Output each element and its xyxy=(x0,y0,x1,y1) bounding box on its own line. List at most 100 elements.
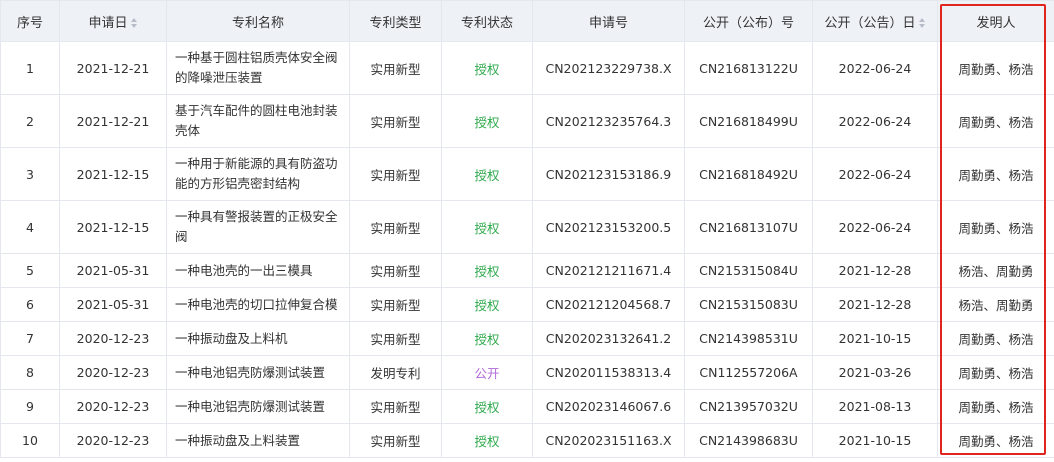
table-row[interactable]: 4 2021-12-15 一种具有警报装置的正极安全阀 实用新型 授权 CN20… xyxy=(0,200,1054,254)
table-row[interactable]: 8 2020-12-23 一种电池铝壳防爆测试装置 发明专利 公开 CN2020… xyxy=(0,355,1054,390)
cell-publication-date: 2021-03-26 xyxy=(812,355,938,390)
cell-patent-name[interactable]: 一种电池壳的一出三模具 xyxy=(166,253,350,288)
table-row[interactable]: 3 2021-12-15 一种用于新能源的具有防盗功能的方形铝壳密封结构 实用新… xyxy=(0,147,1054,201)
cell-patent-name[interactable]: 基于汽车配件的圆柱电池封装壳体 xyxy=(166,94,350,148)
table-header-row: 序号 申请日 专利名称 专利类型 专利状态 申请号 公开（公布）号 公开（公告）… xyxy=(0,0,1054,42)
table-row[interactable]: 9 2020-12-23 一种电池铝壳防爆测试装置 实用新型 授权 CN2020… xyxy=(0,389,1054,424)
cell-patent-name[interactable]: 一种基于圆柱铝质壳体安全阀的降噪泄压装置 xyxy=(166,41,350,95)
cell-publication-number: CN112557206A xyxy=(684,355,813,390)
cell-application-date: 2020-12-23 xyxy=(59,355,167,390)
cell-patent-status: 授权 xyxy=(441,389,533,424)
cell-application-date: 2021-12-21 xyxy=(59,94,167,148)
cell-application-date: 2021-12-15 xyxy=(59,200,167,254)
cell-publication-date: 2021-10-15 xyxy=(812,423,938,458)
cell-patent-status: 授权 xyxy=(441,253,533,288)
table-row[interactable]: 2 2021-12-21 基于汽车配件的圆柱电池封装壳体 实用新型 授权 CN2… xyxy=(0,94,1054,148)
cell-index: 8 xyxy=(0,355,60,390)
cell-index: 3 xyxy=(0,147,60,201)
cell-publication-date: 2022-06-24 xyxy=(812,94,938,148)
cell-index: 7 xyxy=(0,321,60,356)
cell-inventor: 周勤勇、杨浩 xyxy=(937,200,1054,254)
cell-index: 9 xyxy=(0,389,60,424)
cell-patent-status: 授权 xyxy=(441,423,533,458)
cell-inventor: 杨浩、周勤勇 xyxy=(937,287,1054,322)
header-publication-date[interactable]: 公开（公告）日 xyxy=(812,0,938,42)
cell-patent-name[interactable]: 一种用于新能源的具有防盗功能的方形铝壳密封结构 xyxy=(166,147,350,201)
cell-publication-number: CN214398683U xyxy=(684,423,813,458)
cell-inventor: 周勤勇、杨浩 xyxy=(937,147,1054,201)
cell-patent-name[interactable]: 一种电池铝壳防爆测试装置 xyxy=(166,355,350,390)
cell-publication-number: CN213957032U xyxy=(684,389,813,424)
cell-inventor: 周勤勇、杨浩 xyxy=(937,423,1054,458)
cell-application-number: CN202023151163.X xyxy=(532,423,685,458)
cell-publication-number: CN216813122U xyxy=(684,41,813,95)
cell-application-number: CN202121204568.7 xyxy=(532,287,685,322)
cell-publication-date: 2021-12-28 xyxy=(812,287,938,322)
cell-application-number: CN202023132641.2 xyxy=(532,321,685,356)
cell-patent-status: 授权 xyxy=(441,94,533,148)
cell-patent-status: 授权 xyxy=(441,321,533,356)
cell-application-date: 2020-12-23 xyxy=(59,423,167,458)
cell-publication-date: 2021-12-28 xyxy=(812,253,938,288)
header-patent-status: 专利状态 xyxy=(441,0,533,42)
cell-inventor: 周勤勇、杨浩 xyxy=(937,355,1054,390)
cell-publication-date: 2022-06-24 xyxy=(812,41,938,95)
cell-index: 10 xyxy=(0,423,60,458)
cell-inventor: 杨浩、周勤勇 xyxy=(937,253,1054,288)
header-patent-type: 专利类型 xyxy=(349,0,442,42)
cell-application-date: 2021-05-31 xyxy=(59,253,167,288)
cell-patent-status: 授权 xyxy=(441,41,533,95)
cell-publication-date: 2021-08-13 xyxy=(812,389,938,424)
cell-patent-type: 发明专利 xyxy=(349,355,442,390)
cell-patent-type: 实用新型 xyxy=(349,287,442,322)
cell-patent-name[interactable]: 一种电池铝壳防爆测试装置 xyxy=(166,389,350,424)
cell-patent-status: 授权 xyxy=(441,287,533,322)
cell-publication-date: 2022-06-24 xyxy=(812,147,938,201)
cell-index: 4 xyxy=(0,200,60,254)
cell-application-date: 2020-12-23 xyxy=(59,389,167,424)
cell-index: 1 xyxy=(0,41,60,95)
cell-publication-number: CN216818492U xyxy=(684,147,813,201)
table-row[interactable]: 6 2021-05-31 一种电池壳的切口拉伸复合模 实用新型 授权 CN202… xyxy=(0,287,1054,322)
cell-publication-date: 2021-10-15 xyxy=(812,321,938,356)
cell-patent-name[interactable]: 一种振动盘及上料装置 xyxy=(166,423,350,458)
cell-inventor: 周勤勇、杨浩 xyxy=(937,321,1054,356)
cell-inventor: 周勤勇、杨浩 xyxy=(937,389,1054,424)
cell-patent-name[interactable]: 一种振动盘及上料机 xyxy=(166,321,350,356)
cell-patent-status: 公开 xyxy=(441,355,533,390)
cell-inventor: 周勤勇、杨浩 xyxy=(937,94,1054,148)
cell-application-date: 2021-12-15 xyxy=(59,147,167,201)
cell-publication-number: CN215315083U xyxy=(684,287,813,322)
cell-application-date: 2021-05-31 xyxy=(59,287,167,322)
patent-table: 序号 申请日 专利名称 专利类型 专利状态 申请号 公开（公布）号 公开（公告）… xyxy=(0,0,1054,458)
header-publication-number: 公开（公布）号 xyxy=(684,0,813,42)
table-row[interactable]: 10 2020-12-23 一种振动盘及上料装置 实用新型 授权 CN20202… xyxy=(0,423,1054,458)
header-inventor: 发明人 xyxy=(937,0,1054,42)
cell-application-number: CN202121211671.4 xyxy=(532,253,685,288)
cell-application-number: CN202011538313.4 xyxy=(532,355,685,390)
cell-patent-status: 授权 xyxy=(441,147,533,201)
cell-application-number: CN202123153186.9 xyxy=(532,147,685,201)
cell-application-date: 2020-12-23 xyxy=(59,321,167,356)
sort-icon[interactable] xyxy=(918,18,926,28)
table-row[interactable]: 1 2021-12-21 一种基于圆柱铝质壳体安全阀的降噪泄压装置 实用新型 授… xyxy=(0,41,1054,95)
header-application-number: 申请号 xyxy=(532,0,685,42)
cell-application-number: CN202123235764.3 xyxy=(532,94,685,148)
sort-icon[interactable] xyxy=(130,18,138,28)
table-row[interactable]: 5 2021-05-31 一种电池壳的一出三模具 实用新型 授权 CN20212… xyxy=(0,253,1054,288)
cell-index: 5 xyxy=(0,253,60,288)
cell-patent-type: 实用新型 xyxy=(349,200,442,254)
cell-patent-type: 实用新型 xyxy=(349,41,442,95)
cell-index: 6 xyxy=(0,287,60,322)
cell-publication-number: CN214398531U xyxy=(684,321,813,356)
cell-inventor: 周勤勇、杨浩 xyxy=(937,41,1054,95)
header-application-date[interactable]: 申请日 xyxy=(59,0,167,42)
header-patent-name: 专利名称 xyxy=(166,0,350,42)
cell-patent-type: 实用新型 xyxy=(349,147,442,201)
cell-patent-name[interactable]: 一种电池壳的切口拉伸复合模 xyxy=(166,287,350,322)
cell-patent-type: 实用新型 xyxy=(349,389,442,424)
cell-application-number: CN202023146067.6 xyxy=(532,389,685,424)
cell-patent-name[interactable]: 一种具有警报装置的正极安全阀 xyxy=(166,200,350,254)
cell-application-number: CN202123229738.X xyxy=(532,41,685,95)
table-row[interactable]: 7 2020-12-23 一种振动盘及上料机 实用新型 授权 CN2020231… xyxy=(0,321,1054,356)
